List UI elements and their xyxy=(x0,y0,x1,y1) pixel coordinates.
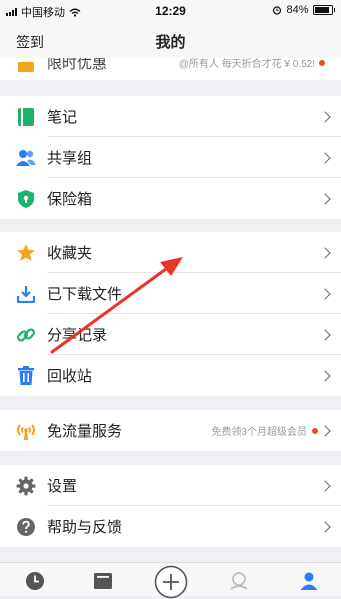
discover-icon[interactable] xyxy=(228,570,250,592)
folder-icon[interactable] xyxy=(92,570,114,592)
profile-icon[interactable] xyxy=(298,570,320,592)
bottom-tab-bar xyxy=(0,562,341,599)
clock-icon[interactable] xyxy=(24,570,46,592)
annotation-arrow xyxy=(50,257,183,354)
plus-icon[interactable] xyxy=(154,565,188,599)
